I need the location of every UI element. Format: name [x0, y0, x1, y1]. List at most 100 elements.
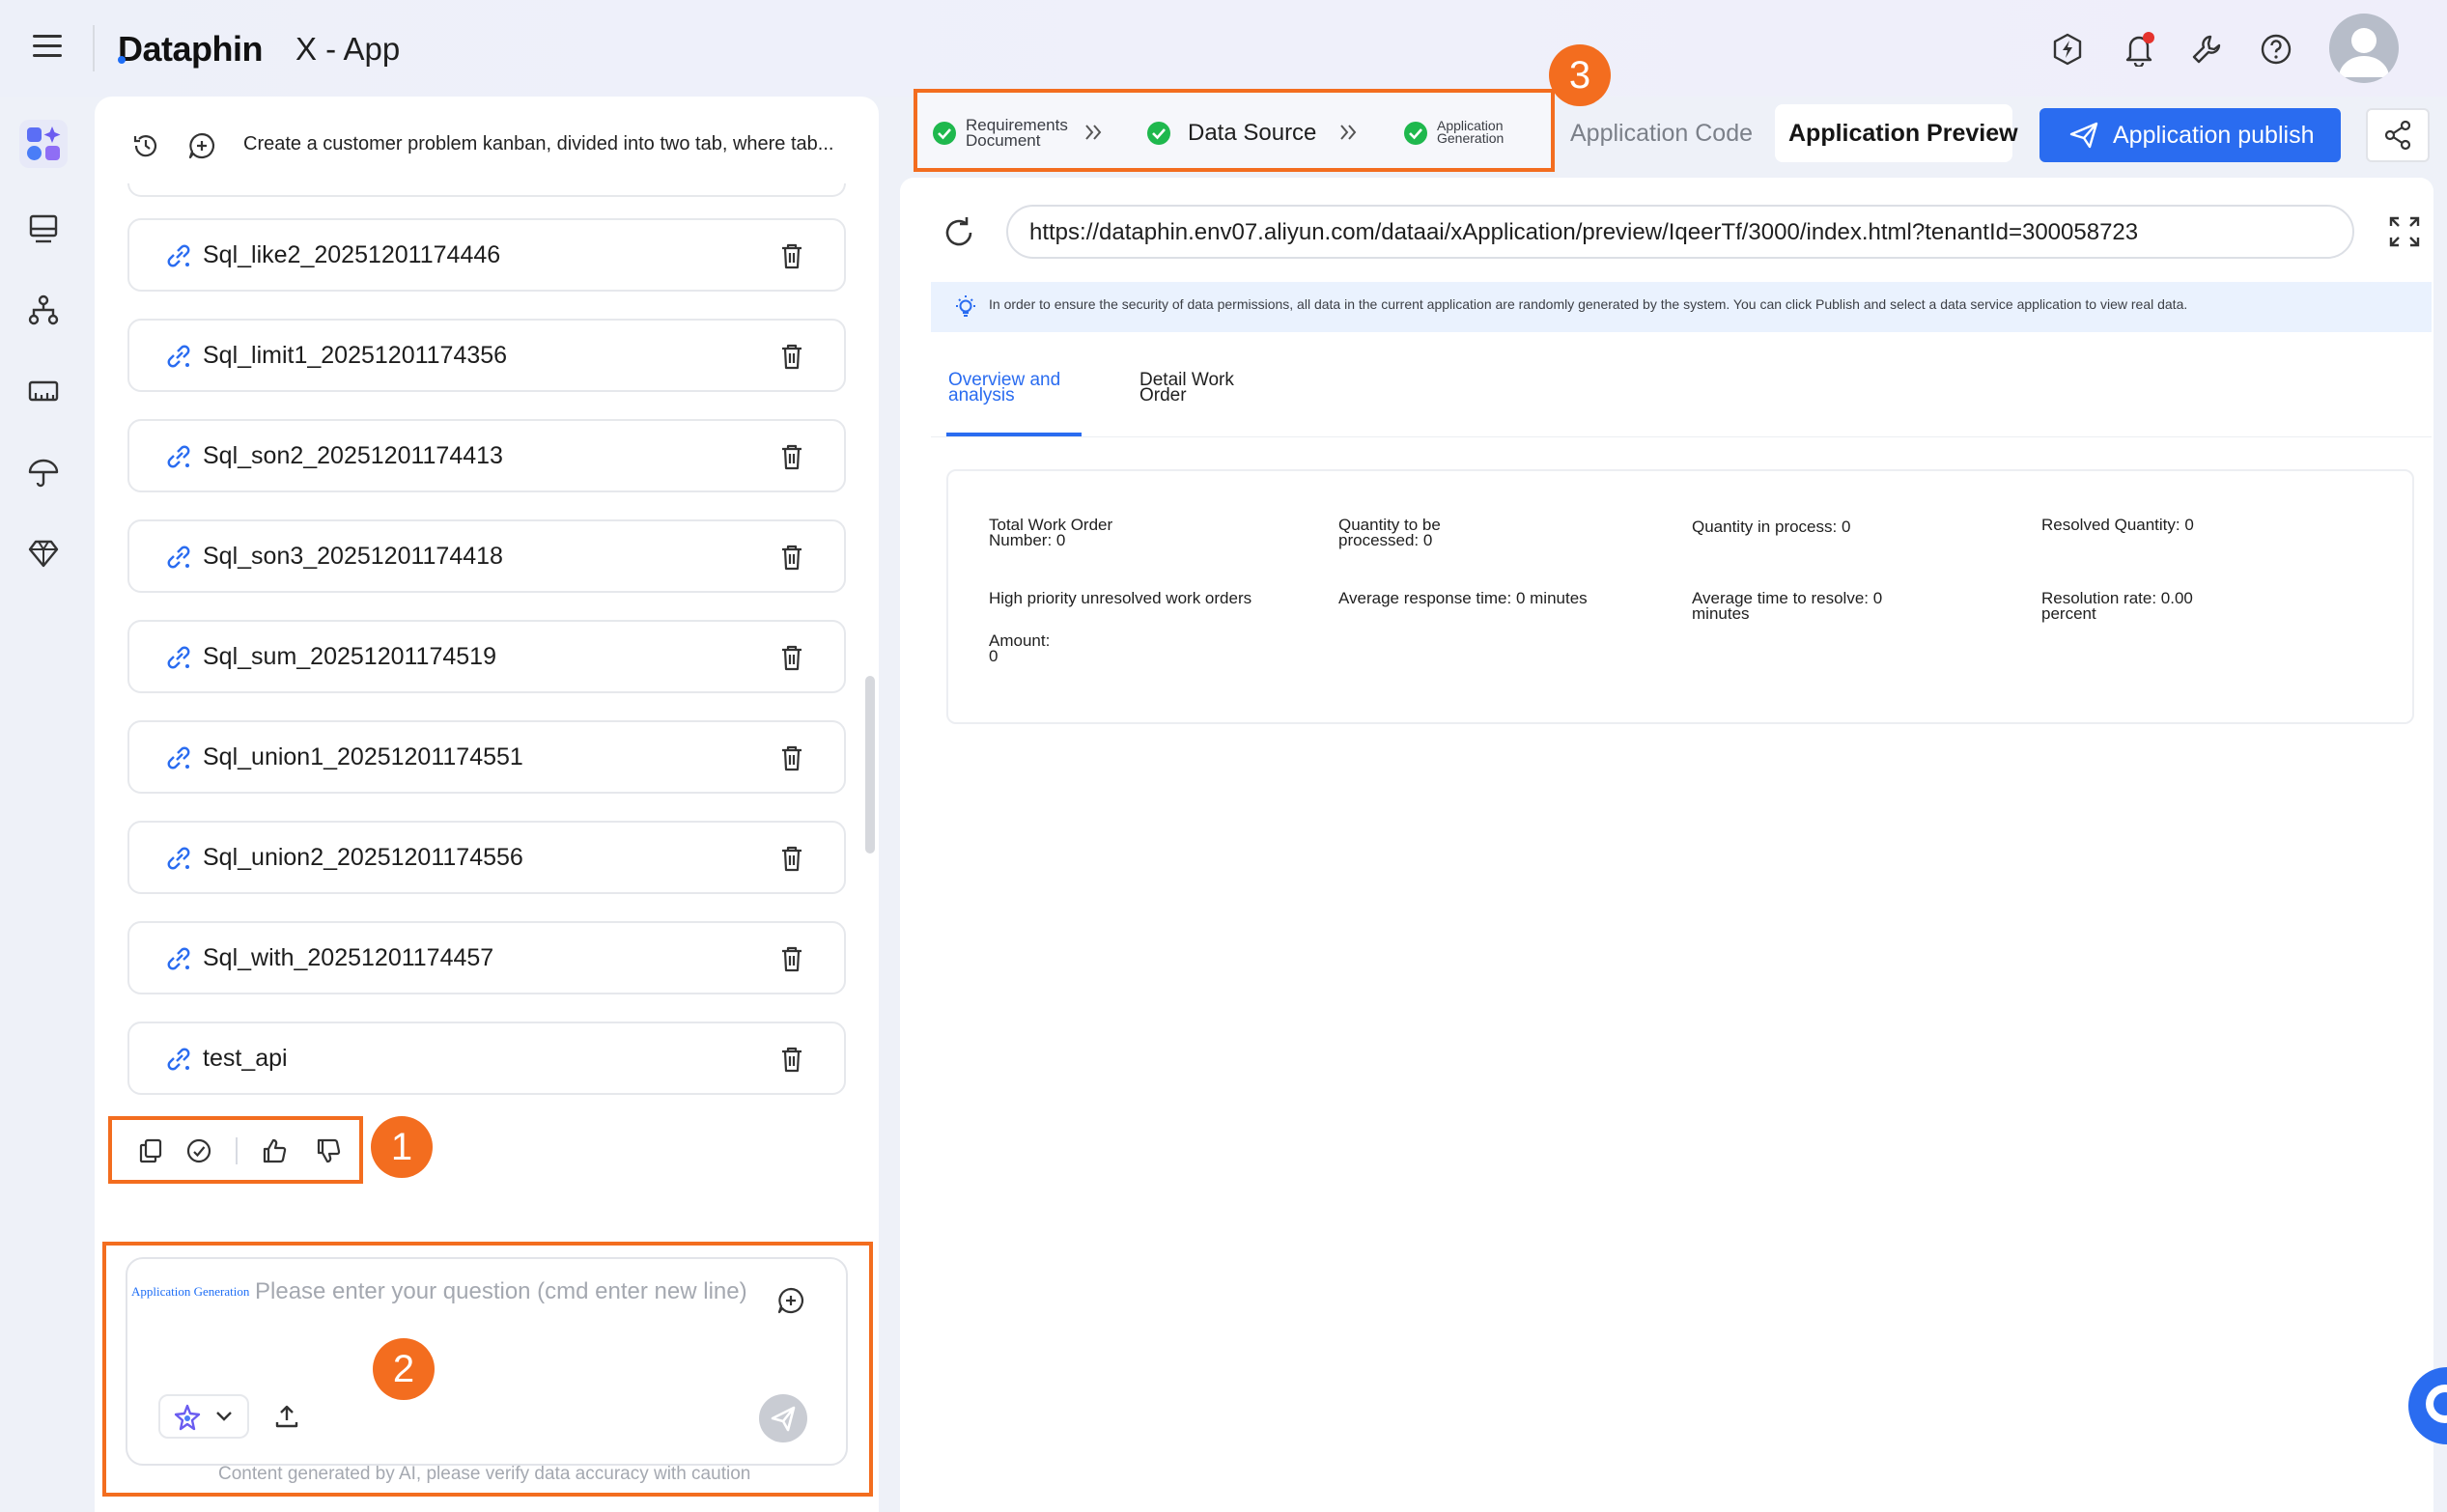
list-item-label: Sql_limit1_20251201174356 [203, 342, 508, 369]
api-link-icon [164, 442, 193, 471]
brand-text: Dataphin [118, 29, 264, 69]
list-item-label: test_api [203, 1045, 288, 1072]
copy-icon[interactable] [137, 1137, 164, 1164]
double-chevron-icon [1083, 122, 1105, 143]
trash-icon[interactable] [778, 743, 805, 772]
preview-tab-detail[interactable]: Detail Work Order [1139, 371, 1275, 405]
publish-button[interactable]: Application publish [2039, 108, 2341, 162]
metric-avg-response: Average response time: 0 minutes [1338, 589, 1588, 607]
add-context-icon[interactable] [776, 1286, 805, 1315]
trash-icon[interactable] [778, 543, 805, 572]
check-icon [1147, 122, 1170, 145]
regenerate-icon[interactable] [185, 1137, 212, 1164]
security-notice: In order to ensure the security of data … [931, 282, 2432, 332]
trash-icon[interactable] [778, 643, 805, 672]
tab-application-code[interactable]: Application Code [1570, 120, 1753, 148]
bell-icon[interactable] [2121, 31, 2157, 68]
tab-application-preview[interactable]: Application Preview [1775, 104, 2018, 162]
metric-in-process: Quantity in process: 0 [1692, 518, 1851, 536]
list-item[interactable]: Sql_son2_20251201174413 [127, 419, 846, 492]
divider [93, 25, 95, 71]
list-item[interactable]: Sql_like2_20251201174446 [127, 218, 846, 292]
divider [236, 1137, 238, 1164]
list-item-label: Sql_like2_20251201174446 [203, 241, 501, 268]
scrollbar[interactable] [865, 676, 875, 854]
api-link-icon [164, 844, 193, 873]
active-tab-indicator [946, 433, 1082, 436]
org-tree-icon[interactable] [19, 286, 68, 334]
metric-avg-resolve: Average time to resolve: 0 minutes [1692, 589, 1883, 623]
send-icon [2068, 120, 2099, 151]
step-app-generation[interactable]: Application Generation [1437, 119, 1524, 145]
list-item[interactable]: Sql_sum_20251201174519 [127, 620, 846, 693]
api-link-icon [164, 944, 193, 973]
share-button[interactable] [2366, 108, 2430, 162]
diamond-icon[interactable] [19, 529, 68, 577]
list-item-label: Sql_union1_20251201174551 [203, 743, 523, 770]
list-item[interactable]: Sql_union2_20251201174556 [127, 821, 846, 894]
lightbulb-icon [952, 294, 979, 321]
list-item[interactable]: Sql_son3_20251201174418 [127, 519, 846, 593]
fullscreen-icon[interactable] [2387, 214, 2422, 249]
upload-icon[interactable] [272, 1402, 301, 1431]
list-item[interactable]: Sql_union1_20251201174551 [127, 720, 846, 794]
model-selector[interactable] [158, 1394, 249, 1439]
double-chevron-icon [1338, 122, 1360, 143]
step-requirements[interactable]: Requirements Document [966, 117, 1101, 149]
step-progress: Requirements Document Data Source Applic… [914, 89, 1555, 172]
ai-disclaimer: Content generated by AI, please verify d… [218, 1464, 751, 1484]
publish-label: Application publish [2113, 122, 2315, 149]
trash-icon[interactable] [778, 241, 805, 270]
api-link-icon [164, 743, 193, 772]
tab-label: Application Preview [1788, 120, 2018, 147]
brand-dot [118, 56, 126, 64]
trash-icon[interactable] [778, 342, 805, 371]
left-rail [0, 97, 87, 1512]
refresh-icon[interactable] [941, 214, 977, 251]
list-item[interactable]: Sql_with_20251201174457 [127, 921, 846, 994]
metric-high-priority: High priority unresolved work orders [989, 589, 1252, 607]
chat-header: Create a customer problem kanban, divide… [95, 97, 879, 193]
metric-total-work-orders: Total Work Order Number: 0 [989, 516, 1113, 549]
thumbs-down-icon[interactable] [315, 1137, 342, 1164]
url-bar[interactable]: https://dataphin.env07.aliyun.com/dataai… [1006, 205, 2354, 259]
mode-tag[interactable]: Application Generation [131, 1284, 249, 1300]
new-chat-icon[interactable] [187, 131, 216, 160]
list-item-label: Sql_son3_20251201174418 [203, 543, 503, 570]
list-item-label: Sql_union2_20251201174556 [203, 844, 523, 871]
preview-tab-overview[interactable]: Overview and analysis [948, 371, 1083, 405]
message-actions [108, 1116, 363, 1184]
model-icon [174, 1404, 201, 1431]
thumbs-up-icon[interactable] [261, 1137, 288, 1164]
chevron-down-icon [214, 1410, 234, 1423]
chat-input-placeholder[interactable]: Please enter your question (cmd enter ne… [255, 1278, 747, 1305]
help-icon[interactable] [2258, 31, 2294, 68]
trash-icon[interactable] [778, 844, 805, 873]
metric-to-be-processed: Quantity to be processed: 0 [1338, 516, 1441, 549]
api-link-icon [164, 241, 193, 270]
send-button[interactable] [759, 1394, 807, 1442]
list-item-partial [127, 183, 846, 197]
history-icon[interactable] [131, 131, 160, 160]
metric-amount: Amount: 0 [989, 631, 1051, 665]
avatar[interactable] [2329, 14, 2399, 83]
list-item[interactable]: test_api [127, 1022, 846, 1095]
app-title: X - App [295, 31, 401, 67]
list-item-label: Sql_with_20251201174457 [203, 944, 494, 971]
preview-panel [900, 178, 2433, 1512]
trash-icon[interactable] [778, 1045, 805, 1074]
url-text: https://dataphin.env07.aliyun.com/dataai… [1029, 219, 2139, 245]
umbrella-icon[interactable] [19, 448, 68, 496]
trash-icon[interactable] [778, 442, 805, 471]
step-data-source[interactable]: Data Source [1188, 120, 1316, 147]
callout-badge-1: 1 [371, 1116, 433, 1178]
wrench-icon[interactable] [2188, 31, 2225, 68]
lightning-icon[interactable] [2049, 31, 2086, 68]
list-item[interactable]: Sql_limit1_20251201174356 [127, 319, 846, 392]
menu-icon[interactable] [33, 35, 62, 58]
monitor-icon[interactable] [19, 205, 68, 253]
trash-icon[interactable] [778, 944, 805, 973]
ruler-icon[interactable] [19, 367, 68, 415]
brand-logo[interactable]: Dataphin [118, 29, 264, 70]
ai-app-icon[interactable] [19, 120, 68, 168]
